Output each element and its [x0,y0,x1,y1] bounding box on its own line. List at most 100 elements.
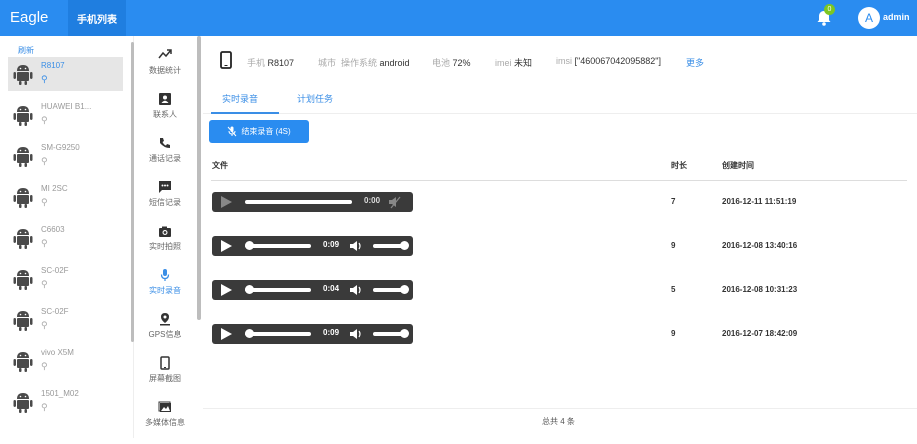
contacts-icon [159,93,171,105]
device-list-panel: 刷新 R8107 ⚲ HUAWEI B1... ⚲ SM-G9250 ⚲ MI 2SC ⚲ C6… [0,36,134,438]
android-icon [13,270,33,290]
menu-item-contacts[interactable]: 联系人 [134,92,196,136]
brand-logo[interactable]: Eagle [10,9,48,26]
device-item[interactable]: vivo X5M ⚲ [8,344,123,378]
table-row: 0:00 7 2016-12-11 11:51:19 [203,182,917,224]
device-item[interactable]: HUAWEI B1... ⚲ [8,98,123,132]
volume-icon[interactable] [349,327,363,341]
total-count: 总共 4 条 [542,417,575,426]
info-os: 操作系统 android [341,58,410,68]
stop-recording-button[interactable]: 结束录音 (4S) [209,120,309,143]
audio-time: 0:09 [323,240,340,249]
active-tab-indicator [211,112,279,114]
volume-icon[interactable] [349,283,363,297]
device-item[interactable]: R8107 ⚲ [8,57,123,91]
menu-label: 多媒体信息 [145,418,185,427]
menu-item-gps[interactable]: GPS信息 [134,312,196,356]
menu-item-stats[interactable]: 数据统计 [134,48,196,92]
tab-realtime-recording[interactable]: 实时录音 [222,92,258,105]
tabs-divider [203,113,917,114]
audio-player[interactable]: 0:00 [212,192,413,212]
menu-item-screenshot[interactable]: 屏幕截图 [134,356,196,400]
menu-label: GPS信息 [148,330,182,339]
gps-icon [160,313,170,326]
volume-knob[interactable] [400,285,409,294]
nav-tab-phone-list[interactable]: 手机列表 [68,0,126,36]
device-item[interactable]: C6603 ⚲ [8,221,123,255]
more-link[interactable]: 更多 [686,56,704,69]
stop-recording-label: 结束录音 (4S) [241,127,291,136]
audio-progress-track[interactable] [245,288,311,292]
progress-knob[interactable] [245,285,254,294]
info-imei: imei 未知 [495,58,533,68]
menu-item-media[interactable]: 多媒体信息 [134,400,196,444]
audio-player[interactable]: 0:09 [212,236,413,256]
top-bar: Eagle 手机列表 0 A admin [0,0,917,36]
created-time-cell: 2016-12-07 18:42:09 [722,329,798,338]
info-battery: 电池 72% [432,58,471,68]
username[interactable]: admin [883,12,910,22]
info-phone: 手机 R8107 [247,58,295,68]
table-row: 0:09 9 2016-12-07 18:42:09 [203,314,917,356]
menu-label: 实时录音 [149,286,181,295]
refresh-link[interactable]: 刷新 [18,45,34,56]
duration-cell: 9 [671,329,676,338]
stats-icon [158,49,172,59]
audio-progress-track[interactable] [245,332,311,336]
avatar[interactable]: A [858,7,880,29]
screenshot-icon [160,356,170,370]
android-icon [13,352,33,372]
play-icon[interactable] [221,196,232,208]
audio-player[interactable]: 0:04 [212,280,413,300]
col-header-duration: 时长 [671,161,687,170]
play-icon[interactable] [221,328,232,340]
audio-player[interactable]: 0:09 [212,324,413,344]
device-info-bar: 手机 R8107 城市 操作系统 android 电池 72% imei 未知 … [203,36,917,82]
android-icon [13,106,33,126]
col-header-created: 创建时间 [722,161,754,170]
tab-scheduled-tasks[interactable]: 计划任务 [297,92,333,105]
device-item[interactable]: 1501_M02 ⚲ [8,385,123,419]
sms-icon [159,181,171,193]
menu-item-call-log[interactable]: 通话记录 [134,136,196,180]
camera-icon [159,226,171,237]
menu-item-sms[interactable]: 短信记录 [134,180,196,224]
audio-time: 0:09 [323,328,340,337]
device-name: MI 2SC [41,184,68,193]
android-icon [13,229,33,249]
audio-progress-track[interactable] [245,200,352,204]
location-pin-icon: ⚲ [41,197,48,207]
menu-label: 数据统计 [149,66,181,75]
info-imsi: imsi ["460067042095882"] [556,56,661,66]
play-icon[interactable] [221,240,232,252]
notification-badge: 0 [824,4,835,15]
col-header-file: 文件 [212,161,228,170]
microphone-icon [160,269,170,281]
volume-icon[interactable] [349,239,363,253]
device-item[interactable]: SM-G9250 ⚲ [8,139,123,173]
created-time-cell: 2016-12-08 13:40:16 [722,241,798,250]
android-icon [13,188,33,208]
menu-label: 联系人 [153,110,177,119]
play-icon[interactable] [221,284,232,296]
menu-item-camera[interactable]: 实时拍照 [134,224,196,268]
progress-knob[interactable] [245,329,254,338]
created-time-cell: 2016-12-11 11:51:19 [722,197,797,206]
main-content: 手机 R8107 城市 操作系统 android 电池 72% imei 未知 … [203,36,917,438]
phone-icon [220,51,232,69]
device-item[interactable]: SC-02F ⚲ [8,303,123,337]
menu-item-recording[interactable]: 实时录音 [134,268,196,312]
audio-progress-track[interactable] [245,244,311,248]
device-item[interactable]: MI 2SC ⚲ [8,180,123,214]
progress-knob[interactable] [245,241,254,250]
volume-knob[interactable] [400,241,409,250]
device-name: SM-G9250 [41,143,80,152]
muted-volume-icon[interactable] [388,195,402,209]
volume-knob[interactable] [400,329,409,338]
device-name: SC-02F [41,307,69,316]
android-icon [13,65,33,85]
location-pin-icon: ⚲ [41,115,48,125]
function-menu-scrollbar[interactable] [197,36,201,320]
menu-label: 实时拍照 [149,242,181,251]
device-item[interactable]: SC-02F ⚲ [8,262,123,296]
